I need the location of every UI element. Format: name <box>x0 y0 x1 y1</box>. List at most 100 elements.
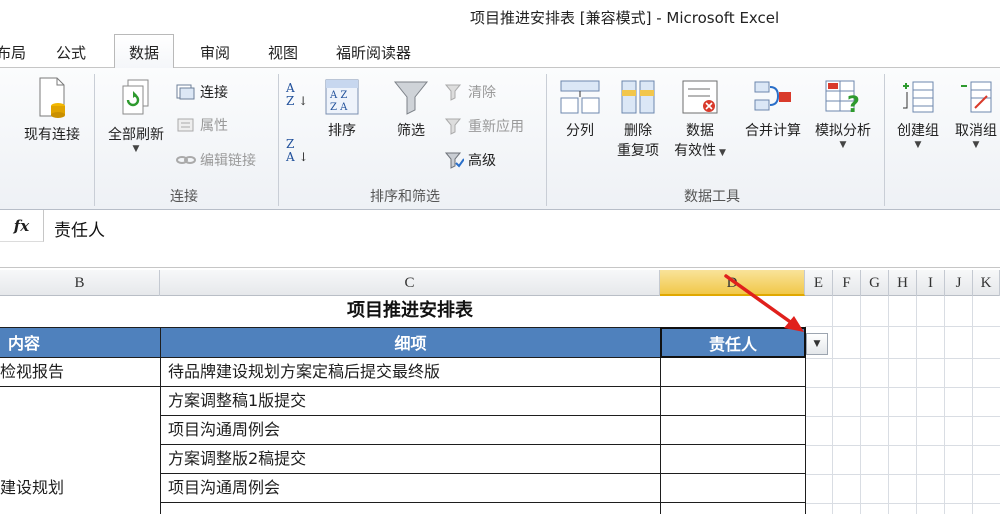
gridline <box>805 416 1000 417</box>
title-bar: 项目推进安排表 [兼容模式] - Microsoft Excel <box>0 0 1000 34</box>
ribbon-tabs: 布局 公式 数据 审阅 视图 福昕阅读器 <box>0 34 1000 69</box>
remove-duplicates-button[interactable]: 删除 重复项 <box>610 78 666 160</box>
svg-text:?: ? <box>847 93 860 116</box>
table-cell-owner[interactable] <box>660 387 806 416</box>
header-cell-detail[interactable]: 细项 <box>160 327 661 358</box>
clear-label: 清除 <box>468 85 496 101</box>
formula-input[interactable]: 责任人 <box>54 216 105 241</box>
sort-descending-button[interactable]: ZA ↓ <box>286 138 314 164</box>
tab-review[interactable]: 审阅 <box>200 42 230 63</box>
column-header-d[interactable]: D <box>660 270 805 296</box>
table-cell-detail[interactable]: 项目沟通周例会 <box>160 474 661 503</box>
data-validation-label-2: 有效性 <box>674 143 717 159</box>
table-cell-detail[interactable]: 方案调整稿1版提交 <box>160 387 661 416</box>
table-cell-owner[interactable] <box>660 474 806 503</box>
sort-ascending-button[interactable]: AZ ↓ <box>286 82 314 108</box>
gridline <box>832 296 833 514</box>
text-to-columns-label: 分列 <box>566 123 594 139</box>
properties-button[interactable]: 属性 <box>176 115 228 135</box>
tab-data[interactable]: 数据 <box>114 34 175 69</box>
reapply-label: 重新应用 <box>468 119 524 135</box>
remove-duplicates-icon <box>621 80 655 114</box>
connections-label: 连接 <box>200 85 228 101</box>
what-if-analysis-button[interactable]: ? 模拟分析 ▼ <box>810 78 876 150</box>
clear-filter-button[interactable]: 清除 <box>444 82 496 102</box>
header-cell-content[interactable]: 内容 <box>0 327 161 358</box>
table-cell-owner[interactable] <box>660 416 806 445</box>
tab-page-layout[interactable]: 布局 <box>0 42 26 63</box>
worksheet-grid[interactable]: B C D E F G H I J K 项目推进安排表 内容 细项 责任人 ▼ … <box>0 268 1000 514</box>
column-header-f[interactable]: F <box>833 270 861 296</box>
gridline <box>944 296 945 514</box>
table-cell-content[interactable]: 建设规划 <box>0 474 161 503</box>
refresh-all-button[interactable]: 全部刷新 ▼ <box>100 78 172 154</box>
column-header-k[interactable]: K <box>973 270 1000 296</box>
ungroup-button[interactable]: 取消组 ▼ <box>948 78 1000 150</box>
consolidate-button[interactable]: 合并计算 <box>738 78 808 140</box>
connections-group-label: 连接 <box>170 189 198 205</box>
text-to-columns-icon <box>560 80 600 114</box>
edit-links-button[interactable]: 编辑链接 <box>176 150 256 170</box>
header-cell-owner[interactable]: 责任人 <box>660 327 806 358</box>
formula-bar: fx 责任人 <box>0 210 1000 268</box>
table-cell-owner[interactable] <box>660 445 806 474</box>
sort-button[interactable]: A Z Z A 排序 <box>318 78 366 140</box>
advanced-filter-icon <box>444 152 464 169</box>
chevron-down-icon: ▼ <box>716 148 726 158</box>
table-cell-owner[interactable] <box>660 503 806 514</box>
existing-connections-label: 现有连接 <box>24 127 80 143</box>
properties-icon <box>177 118 194 132</box>
table-cell-content[interactable] <box>0 416 161 445</box>
group-separator <box>278 74 279 206</box>
gridline <box>805 358 1000 359</box>
edit-links-label: 编辑链接 <box>200 153 256 169</box>
column-header-h[interactable]: H <box>889 270 917 296</box>
table-cell-content[interactable]: 检视报告 <box>0 358 161 387</box>
table-cell-detail[interactable]: 方案调整版2稿提交 <box>160 445 661 474</box>
group-separator <box>884 74 885 206</box>
validation-dropdown-button[interactable]: ▼ <box>806 333 828 355</box>
table-cell-detail[interactable]: 待品牌建设规划方案定稿后提交最终版 <box>160 358 661 387</box>
sort-z-to-a-icon: ZA ↓ <box>286 137 309 164</box>
group-button[interactable]: 创建组 ▼ <box>890 78 946 150</box>
what-if-analysis-label: 模拟分析 <box>815 123 871 139</box>
chevron-down-icon: ▼ <box>914 140 922 150</box>
consolidate-label: 合并计算 <box>745 123 801 139</box>
data-validation-icon <box>682 80 718 114</box>
table-cell-content[interactable] <box>0 387 161 416</box>
table-cell-detail[interactable] <box>160 503 661 514</box>
window-title: 项目推进安排表 [兼容模式] - Microsoft Excel <box>470 9 780 27</box>
table-cell-detail[interactable]: 项目沟通周例会 <box>160 416 661 445</box>
filter-button[interactable]: 筛选 <box>384 78 438 140</box>
column-header-row: B C D E F G H I J K <box>0 270 1000 296</box>
connections-button[interactable]: 连接 <box>176 82 228 102</box>
tab-formulas[interactable]: 公式 <box>56 42 86 63</box>
column-header-b[interactable]: B <box>0 270 160 296</box>
insert-function-button[interactable]: fx <box>0 210 44 242</box>
properties-label: 属性 <box>200 118 228 134</box>
advanced-filter-button[interactable]: 高级 <box>444 150 496 170</box>
tab-foxit-reader[interactable]: 福昕阅读器 <box>336 42 411 63</box>
column-header-e[interactable]: E <box>805 270 833 296</box>
gridline <box>805 387 1000 388</box>
remove-duplicates-label-2: 重复项 <box>617 143 659 159</box>
column-header-j[interactable]: J <box>945 270 973 296</box>
ungroup-label: 取消组 <box>955 123 997 139</box>
advanced-label: 高级 <box>468 153 496 169</box>
text-to-columns-button[interactable]: 分列 <box>556 78 604 140</box>
connections-icon <box>176 84 195 100</box>
table-cell-owner[interactable] <box>660 358 806 387</box>
reapply-button[interactable]: 重新应用 <box>444 116 524 136</box>
filter-label: 筛选 <box>397 123 425 139</box>
chain-link-icon <box>176 156 196 164</box>
column-header-i[interactable]: I <box>917 270 945 296</box>
svg-text:A Z: A Z <box>329 90 347 101</box>
gridline <box>805 326 1000 327</box>
tab-view[interactable]: 视图 <box>268 42 298 63</box>
data-validation-button[interactable]: 数据 有效性 ▼ <box>668 78 732 160</box>
column-header-g[interactable]: G <box>861 270 889 296</box>
sheet-title[interactable]: 项目推进安排表 <box>160 296 660 326</box>
column-header-c[interactable]: C <box>160 270 660 296</box>
table-cell-content[interactable] <box>0 445 161 474</box>
existing-connections-button[interactable]: 现有连接 <box>16 76 88 144</box>
